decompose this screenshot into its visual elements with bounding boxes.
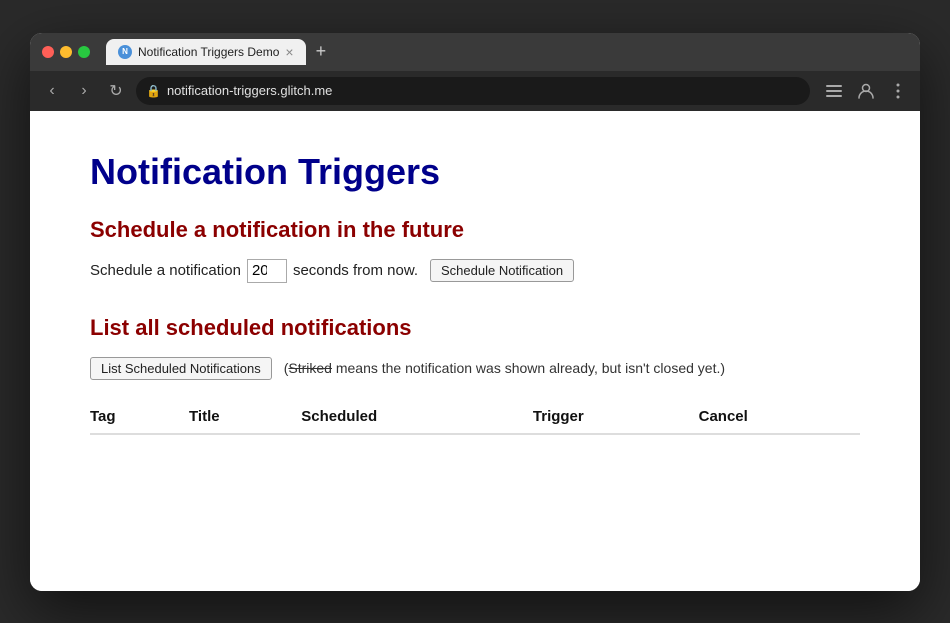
close-button[interactable] bbox=[42, 46, 54, 58]
tab-bar: N Notification Triggers Demo × + bbox=[106, 39, 908, 65]
col-tag: Tag bbox=[90, 400, 189, 434]
back-button[interactable]: ‹ bbox=[40, 79, 64, 103]
url-text: notification-triggers.glitch.me bbox=[167, 83, 332, 98]
new-tab-button[interactable]: + bbox=[310, 41, 333, 62]
address-input[interactable]: 🔒 notification-triggers.glitch.me bbox=[136, 77, 810, 105]
browser-window: N Notification Triggers Demo × + ‹ › ↻ 🔒… bbox=[30, 33, 920, 591]
address-bar: ‹ › ↻ 🔒 notification-triggers.glitch.me bbox=[30, 71, 920, 111]
traffic-lights bbox=[42, 46, 90, 58]
striked-note: (Striked means the notification was show… bbox=[284, 360, 725, 376]
tab-title: Notification Triggers Demo bbox=[138, 45, 279, 59]
lock-icon: 🔒 bbox=[146, 84, 161, 98]
seconds-input[interactable] bbox=[247, 259, 287, 283]
schedule-notification-button[interactable]: Schedule Notification bbox=[430, 259, 574, 282]
schedule-label-before: Schedule a notification bbox=[90, 262, 241, 279]
toolbar-icons bbox=[822, 79, 910, 103]
col-scheduled: Scheduled bbox=[301, 400, 533, 434]
schedule-row: Schedule a notification seconds from now… bbox=[90, 259, 860, 283]
list-scheduled-notifications-button[interactable]: List Scheduled Notifications bbox=[90, 357, 272, 380]
list-row: List Scheduled Notifications (Striked me… bbox=[90, 357, 860, 380]
menu-icon[interactable] bbox=[886, 79, 910, 103]
notifications-table: Tag Title Scheduled Trigger Cancel bbox=[90, 400, 860, 435]
page-title: Notification Triggers bbox=[90, 151, 860, 193]
list-icon[interactable] bbox=[822, 79, 846, 103]
reload-button[interactable]: ↻ bbox=[104, 79, 128, 103]
section2-heading: List all scheduled notifications bbox=[90, 315, 860, 341]
table-header-row: Tag Title Scheduled Trigger Cancel bbox=[90, 400, 860, 434]
table-header: Tag Title Scheduled Trigger Cancel bbox=[90, 400, 860, 434]
col-cancel: Cancel bbox=[699, 400, 860, 434]
col-title: Title bbox=[189, 400, 301, 434]
title-bar: N Notification Triggers Demo × + bbox=[30, 33, 920, 71]
minimize-button[interactable] bbox=[60, 46, 72, 58]
schedule-label-after: seconds from now. bbox=[293, 262, 418, 279]
striked-text: Striked bbox=[288, 360, 332, 376]
active-tab[interactable]: N Notification Triggers Demo × bbox=[106, 39, 306, 65]
tab-close-icon[interactable]: × bbox=[285, 45, 293, 59]
section1-heading: Schedule a notification in the future bbox=[90, 217, 860, 243]
forward-button[interactable]: › bbox=[72, 79, 96, 103]
user-icon[interactable] bbox=[854, 79, 878, 103]
page-content: Notification Triggers Schedule a notific… bbox=[30, 111, 920, 591]
col-trigger: Trigger bbox=[533, 400, 699, 434]
maximize-button[interactable] bbox=[78, 46, 90, 58]
note-suffix: means the notification was shown already… bbox=[332, 360, 725, 376]
tab-favicon: N bbox=[118, 45, 132, 59]
